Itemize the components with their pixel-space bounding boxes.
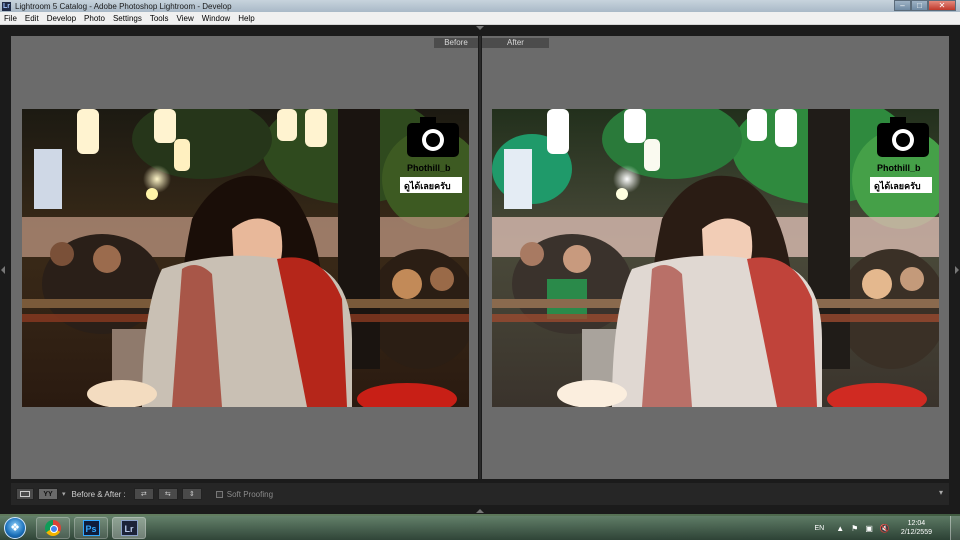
menu-window[interactable]: Window <box>198 14 234 23</box>
lightroom-app-icon[interactable]: Lr <box>2 1 11 11</box>
photoshop-icon: Ps <box>82 520 100 536</box>
filmstrip-toggle[interactable] <box>476 509 484 513</box>
minimize-button[interactable]: – <box>894 0 911 11</box>
soft-proofing-checkbox[interactable] <box>215 490 223 498</box>
windows-logo-icon: ❖ <box>10 522 20 534</box>
menu-edit[interactable]: Edit <box>21 14 43 23</box>
right-panel-toggle[interactable] <box>955 266 959 274</box>
chrome-icon <box>45 520 61 536</box>
copy-after-to-before-button[interactable]: ⇆ <box>157 488 178 500</box>
taskbar: ❖ Ps Lr EN ▲ ⚑ ▣ 🔇 12:04 2/12/2559 <box>0 516 960 540</box>
menu-bar: File Edit Develop Photo Settings Tools V… <box>0 12 960 25</box>
left-panel-toggle[interactable] <box>1 266 5 274</box>
volume-muted-icon[interactable]: 🔇 <box>880 524 890 533</box>
before-photo-image: Phothill_b ดูได้เลยครับ <box>22 109 469 407</box>
before-photo[interactable]: Phothill_b ดูได้เลยครับ <box>22 109 469 407</box>
after-watermark-line2: ดูได้เลยครับ <box>874 180 921 192</box>
after-photo[interactable]: Phothill_b ดูได้เลยครับ <box>492 109 939 407</box>
menu-tools[interactable]: Tools <box>146 14 173 23</box>
soft-proofing-label: Soft Proofing <box>226 489 274 499</box>
menu-photo[interactable]: Photo <box>80 14 109 23</box>
maximize-button[interactable]: □ <box>911 0 928 11</box>
after-watermark-line1: Phothill_b <box>877 163 921 173</box>
window-title: Lightroom 5 Catalog - Adobe Photoshop Li… <box>15 1 232 11</box>
show-desktop-button[interactable] <box>950 516 960 540</box>
swap-before-after-button[interactable]: ⇕ <box>181 488 202 500</box>
window-controls: – □ ✕ <box>894 0 956 11</box>
menu-settings[interactable]: Settings <box>109 14 146 23</box>
language-indicator[interactable]: EN <box>814 525 824 532</box>
close-button[interactable]: ✕ <box>928 0 956 11</box>
develop-toolbar: YY ▾ Before & After : ⇄ ⇆ ⇕ Soft Proofin… <box>11 483 949 505</box>
clock-time: 12:04 <box>907 520 926 527</box>
lightroom-icon: Lr <box>120 520 138 536</box>
menu-help[interactable]: Help <box>234 14 258 23</box>
network-icon[interactable]: ▣ <box>865 524 873 533</box>
taskbar-photoshop-button[interactable]: Ps <box>74 517 108 539</box>
menu-view[interactable]: View <box>173 14 198 23</box>
start-button[interactable]: ❖ <box>4 517 26 539</box>
before-after-view-button[interactable]: YY <box>38 488 58 500</box>
before-watermark-line2: ดูได้เลยครับ <box>404 180 451 192</box>
menu-develop[interactable]: Develop <box>43 14 80 23</box>
taskbar-lightroom-button[interactable]: Lr <box>112 517 146 539</box>
clock[interactable]: 12:04 2/12/2559 <box>901 519 932 537</box>
before-after-label: Before & After : <box>71 489 126 499</box>
pane-divider <box>479 36 481 479</box>
before-watermark-line1: Phothill_b <box>407 163 451 173</box>
clock-date: 2/12/2559 <box>900 529 932 536</box>
loupe-view-button[interactable] <box>16 488 34 500</box>
system-tray: EN ▲ ⚑ ▣ 🔇 12:04 2/12/2559 <box>814 516 960 540</box>
menu-file[interactable]: File <box>0 14 21 23</box>
toolbar-content-dropdown-icon[interactable]: ▾ <box>939 488 943 497</box>
after-photo-image: Phothill_b ดูได้เลยครับ <box>492 109 939 407</box>
taskbar-chrome-button[interactable] <box>36 517 70 539</box>
after-label: After <box>482 38 549 48</box>
loupe-icon <box>20 491 30 497</box>
top-panel-toggle[interactable] <box>476 26 484 30</box>
show-hidden-icons-icon[interactable]: ▲ <box>836 524 844 533</box>
action-center-icon[interactable]: ⚑ <box>851 524 858 533</box>
title-bar: Lr Lightroom 5 Catalog - Adobe Photoshop… <box>0 0 960 12</box>
copy-before-to-after-button[interactable]: ⇄ <box>133 488 154 500</box>
view-mode-dropdown-icon[interactable]: ▾ <box>62 490 66 498</box>
before-label: Before <box>434 38 478 48</box>
